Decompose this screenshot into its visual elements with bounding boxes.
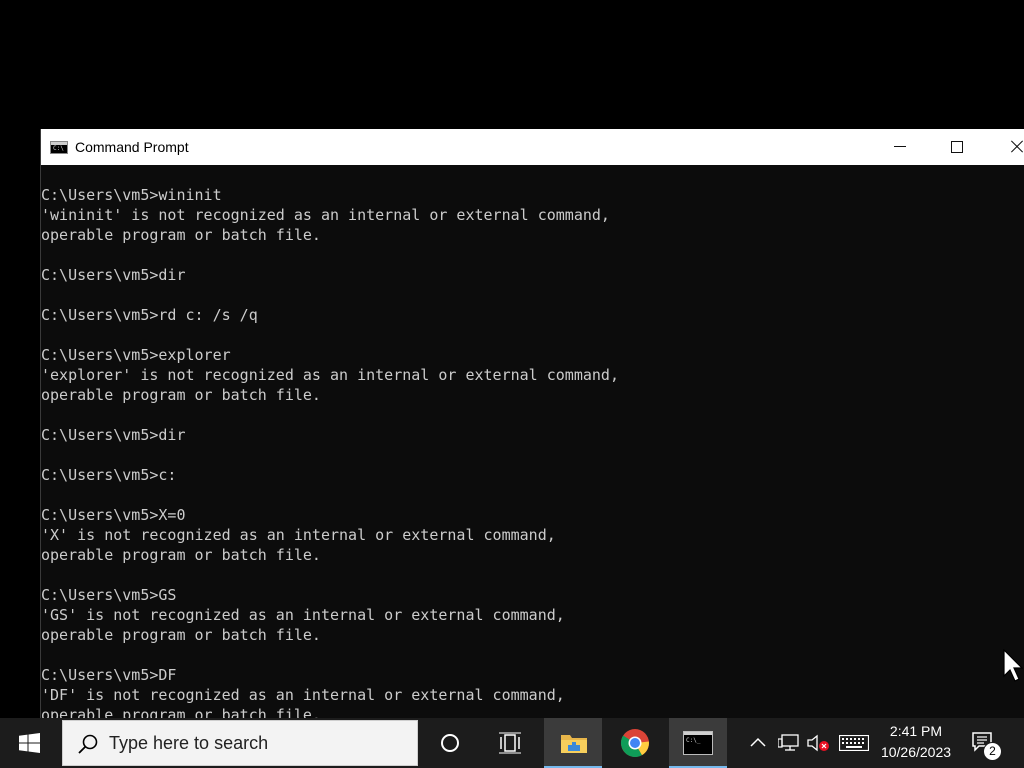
- command-prompt-taskbar-button[interactable]: C:\_: [669, 718, 727, 768]
- network-icon[interactable]: [778, 733, 800, 753]
- console-line: C:\Users\vm5>X=0: [41, 506, 186, 524]
- taskbar: C:\_: [0, 718, 1024, 768]
- console-line: C:\Users\vm5>wininit: [41, 186, 222, 204]
- command-prompt-icon: C:\_: [683, 731, 713, 755]
- chrome-icon: [620, 729, 649, 757]
- window-title: Command Prompt: [75, 139, 189, 155]
- title-bar[interactable]: C:\ Command Prompt: [41, 129, 1024, 165]
- console-line: operable program or batch file.: [41, 386, 321, 404]
- clock-date: 10/26/2023: [880, 744, 952, 760]
- console-line: operable program or batch file.: [41, 546, 321, 564]
- chrome-button[interactable]: [606, 718, 664, 768]
- task-view-icon: [499, 732, 521, 754]
- file-explorer-button[interactable]: [544, 718, 602, 768]
- clock[interactable]: 2:41 PM 10/26/2023: [875, 721, 957, 765]
- desktop: C:\ Command Prompt C:\Users\vm5>wininit '…: [0, 0, 1024, 768]
- windows-logo-icon: [19, 733, 40, 753]
- console-line: 'X' is not recognized as an internal or …: [41, 526, 556, 544]
- system-tray: [740, 718, 870, 768]
- console-line: C:\Users\vm5>c:: [41, 466, 177, 484]
- mouse-cursor-icon: [1003, 649, 1023, 682]
- start-button[interactable]: [0, 718, 58, 768]
- file-explorer-icon: [561, 735, 587, 753]
- console-line: C:\Users\vm5>DF: [41, 666, 177, 684]
- console-line: 'explorer' is not recognized as an inter…: [41, 366, 619, 384]
- console-line: C:\Users\vm5>dir: [41, 426, 186, 444]
- show-hidden-icons-icon[interactable]: [750, 736, 766, 748]
- console-line: 'DF' is not recognized as an internal or…: [41, 686, 565, 704]
- console-line: 'GS' is not recognized as an internal or…: [41, 606, 565, 624]
- cortana-button[interactable]: [421, 718, 479, 768]
- svg-text:C:\_: C:\_: [686, 737, 701, 744]
- keyboard-icon[interactable]: [839, 735, 869, 751]
- close-button[interactable]: [992, 129, 1024, 165]
- minimize-button[interactable]: [877, 129, 923, 165]
- console-line: operable program or batch file.: [41, 226, 321, 244]
- console-line: C:\Users\vm5>explorer: [41, 346, 231, 364]
- notification-count-badge: 2: [983, 742, 1002, 761]
- volume-muted-icon[interactable]: [807, 733, 831, 753]
- console-line: C:\Users\vm5>rd c: /s /q: [41, 306, 258, 324]
- search-input[interactable]: [109, 731, 399, 755]
- maximize-button[interactable]: [934, 129, 980, 165]
- search-box[interactable]: [62, 720, 418, 766]
- console-line: C:\Users\vm5>GS: [41, 586, 177, 604]
- clock-time: 2:41 PM: [889, 723, 943, 739]
- console-line: operable program or batch file.: [41, 626, 321, 644]
- command-prompt-app-icon[interactable]: C:\: [50, 141, 68, 154]
- search-icon: [78, 734, 98, 754]
- console-output[interactable]: C:\Users\vm5>wininit 'wininit' is not rec…: [41, 185, 1024, 765]
- console-line: 'wininit' is not recognized as an intern…: [41, 206, 610, 224]
- command-prompt-window[interactable]: C:\ Command Prompt C:\Users\vm5>wininit '…: [40, 129, 1024, 768]
- cortana-icon: [441, 734, 459, 752]
- console-line: C:\Users\vm5>dir: [41, 266, 186, 284]
- task-view-button[interactable]: [481, 718, 539, 768]
